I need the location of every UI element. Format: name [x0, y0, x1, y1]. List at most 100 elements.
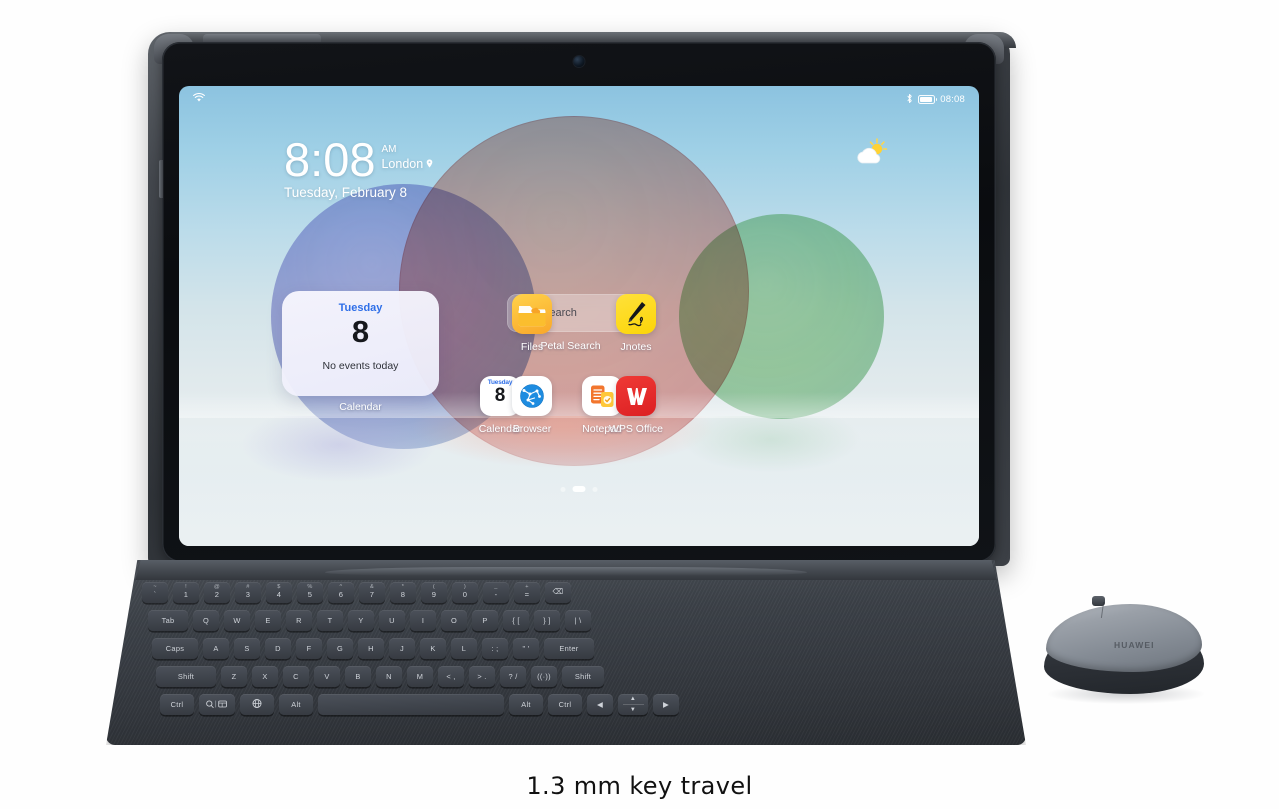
calendar-widget[interactable]: Tuesday 8 No events today Calendar — [282, 291, 439, 413]
app-label: WPS Office — [608, 423, 664, 435]
key-e[interactable]: E — [255, 610, 281, 631]
key-quote[interactable]: " ' — [513, 638, 539, 659]
bluetooth-icon — [906, 93, 913, 106]
weather-widget[interactable] — [851, 136, 891, 170]
page-dot-active[interactable] — [572, 486, 586, 492]
key-equals[interactable]: + = — [514, 582, 540, 603]
key-ctrl-right[interactable]: Ctrl — [548, 694, 582, 715]
key-0[interactable]: ) 0 — [452, 582, 478, 603]
key-x[interactable]: X — [252, 666, 278, 687]
key-comma[interactable]: < , — [438, 666, 464, 687]
key-4[interactable]: $4 — [266, 582, 292, 603]
key-f[interactable]: F — [296, 638, 322, 659]
key-v[interactable]: V — [314, 666, 340, 687]
key-period[interactable]: > . — [469, 666, 495, 687]
key-d[interactable]: D — [265, 638, 291, 659]
key-alt-right[interactable]: Alt — [509, 694, 543, 715]
key-h[interactable]: H — [358, 638, 384, 659]
key-s[interactable]: S — [234, 638, 260, 659]
keyboard-hinge — [135, 560, 997, 580]
clock-meta: AM London — [381, 144, 433, 172]
tablet-body: 08:08 8:08 AM London Tuesday, February 8… — [159, 42, 996, 562]
key-c[interactable]: C — [283, 666, 309, 687]
key-q[interactable]: Q — [193, 610, 219, 631]
key-8[interactable]: * 8 — [390, 582, 416, 603]
key-l[interactable]: L — [451, 638, 477, 659]
key-5[interactable]: % 5 — [297, 582, 323, 603]
app-icon-files[interactable]: Files — [497, 294, 567, 353]
key-g[interactable]: G — [327, 638, 353, 659]
key-shift-right[interactable]: Shift — [562, 666, 604, 687]
volume-button[interactable] — [159, 160, 163, 198]
calendar-widget-weekday: Tuesday — [338, 302, 383, 314]
app-label: Browser — [512, 423, 552, 435]
status-bar-clock: 08:08 — [940, 93, 965, 105]
key-t[interactable]: T — [317, 610, 343, 631]
app-icon-jnotes[interactable]: Jnotes — [601, 294, 671, 353]
key-z[interactable]: Z — [221, 666, 247, 687]
key-3[interactable]: #3 — [235, 582, 261, 603]
browser-globe-icon — [512, 376, 552, 416]
key-capslock[interactable]: Caps — [152, 638, 198, 659]
key-enter[interactable]: Enter — [544, 638, 594, 659]
page-dot[interactable] — [560, 486, 566, 492]
clock-time: 8:08 — [284, 133, 376, 186]
keyboard-case[interactable]: ~ ` ! 1 @2 #3 $4 % 5 ^ 6 & 7 * 8 (9 ) 0 _ - + = ⌫… — [106, 560, 1026, 745]
key-shift-left[interactable]: Shift — [156, 666, 216, 687]
key-backspace[interactable]: ⌫ — [545, 582, 571, 603]
status-bar-right: 08:08 — [906, 93, 965, 106]
key-i[interactable]: I — [410, 610, 436, 631]
partly-cloudy-icon — [857, 138, 888, 164]
key-n[interactable]: N — [376, 666, 402, 687]
key-r[interactable]: R — [286, 610, 312, 631]
key-tab[interactable]: Tab — [148, 610, 188, 631]
key-backslash[interactable]: | \ — [565, 610, 591, 631]
clock-widget[interactable]: 8:08 AM London Tuesday, February 8 — [284, 133, 433, 201]
key-arrow-right[interactable]: ▶ — [653, 694, 679, 715]
clock-city-label: London — [381, 156, 424, 171]
key-j[interactable]: J — [389, 638, 415, 659]
key-wireless-connect[interactable]: ((·)) — [531, 666, 557, 687]
key-globe-input[interactable] — [240, 694, 274, 715]
key-9[interactable]: (9 — [421, 582, 447, 603]
clock-city: London — [381, 157, 433, 173]
key-ctrl-left[interactable]: Ctrl — [160, 694, 194, 715]
globe-icon — [251, 698, 263, 711]
key-arrow-updown[interactable]: ▲ ▼ — [618, 694, 648, 715]
key-b[interactable]: B — [345, 666, 371, 687]
key-alt-left[interactable]: Alt — [279, 694, 313, 715]
app-icon-browser[interactable]: Browser — [497, 376, 567, 435]
key-7[interactable]: & 7 — [359, 582, 385, 603]
tablet-with-keyboard-case: 08:08 8:08 AM London Tuesday, February 8… — [140, 28, 1020, 568]
status-bar: 08:08 — [179, 86, 979, 112]
page-indicator-dots[interactable] — [560, 486, 598, 492]
key-m[interactable]: M — [407, 666, 433, 687]
tablet-screen[interactable]: 08:08 8:08 AM London Tuesday, February 8… — [179, 86, 979, 546]
wireless-mouse[interactable]: HUAWEI — [1040, 588, 1210, 706]
key-arrow-left[interactable]: ◀ — [587, 694, 613, 715]
key-1[interactable]: ! 1 — [173, 582, 199, 603]
key-space[interactable] — [318, 694, 504, 715]
key-p[interactable]: P — [472, 610, 498, 631]
key-u[interactable]: U — [379, 610, 405, 631]
key-bracket-right[interactable]: } ] — [534, 610, 560, 631]
app-label: Jnotes — [620, 341, 652, 353]
location-pin-icon — [426, 157, 433, 173]
key-y[interactable]: Y — [348, 610, 374, 631]
key-6[interactable]: ^ 6 — [328, 582, 354, 603]
key-search-multitask[interactable] — [199, 694, 235, 715]
key-slash[interactable]: ? / — [500, 666, 526, 687]
key-k[interactable]: K — [420, 638, 446, 659]
key-a[interactable]: A — [203, 638, 229, 659]
key-o[interactable]: O — [441, 610, 467, 631]
clock-date: Tuesday, February 8 — [284, 185, 408, 201]
key-minus[interactable]: _ - — [483, 582, 509, 603]
key-backtick[interactable]: ~ ` — [142, 582, 168, 603]
battery-icon — [918, 94, 938, 104]
key-w[interactable]: W — [224, 610, 250, 631]
app-icon-wps-office[interactable]: WPS Office — [601, 376, 671, 435]
key-bracket-left[interactable]: { [ — [503, 610, 529, 631]
key-semicolon[interactable]: : ; — [482, 638, 508, 659]
key-2[interactable]: @2 — [204, 582, 230, 603]
page-dot[interactable] — [592, 486, 598, 492]
